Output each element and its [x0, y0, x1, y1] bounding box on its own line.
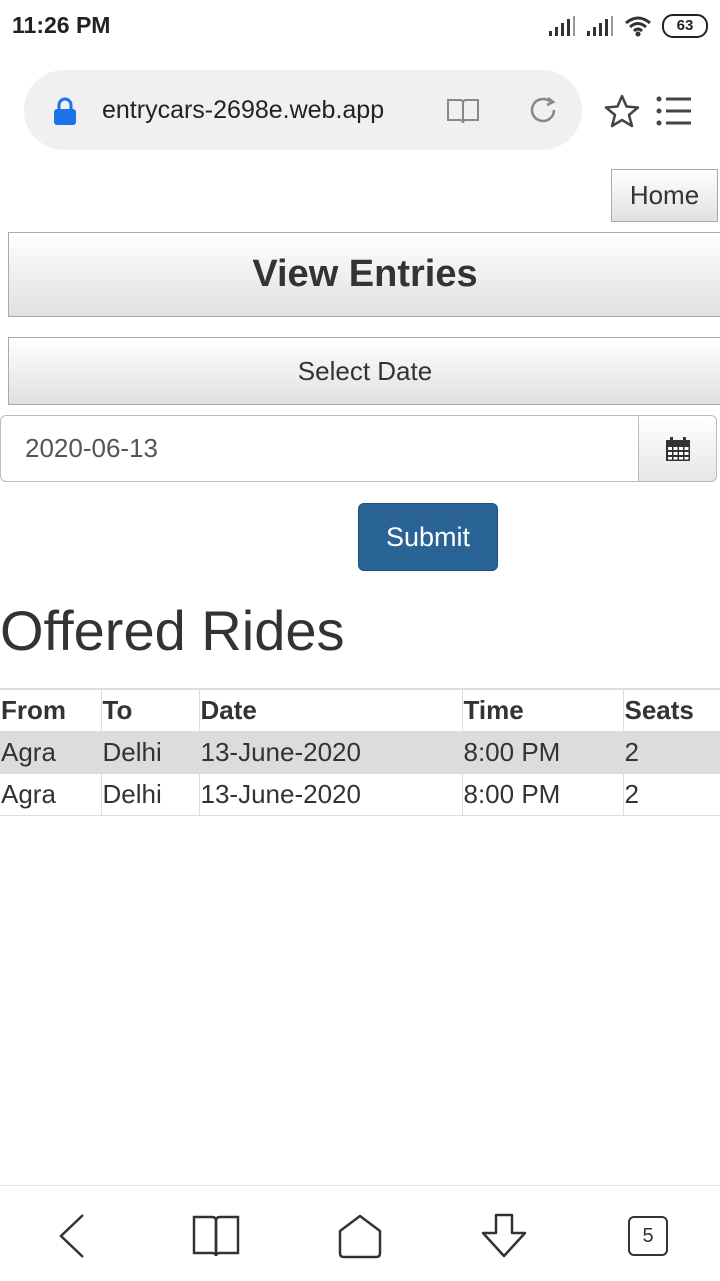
status-icons: 63 [548, 14, 708, 38]
calendar-button[interactable] [638, 415, 717, 482]
header-time: Time [461, 688, 624, 732]
header-from: From [0, 688, 102, 732]
cell-seats: 2 [622, 731, 720, 774]
calendar-icon [665, 436, 690, 461]
rides-table: From To Date Time Seats Agra Delhi 13-Ju… [0, 688, 720, 816]
status-bar: 11:26 PM 63 [0, 0, 720, 52]
tab-count: 5 [642, 1224, 654, 1247]
signal-icon [549, 16, 575, 36]
cell-time: 8:00 PM [461, 773, 624, 816]
home-nav-button[interactable] [332, 1208, 388, 1264]
download-icon [481, 1213, 527, 1258]
header-to: To [100, 688, 200, 732]
bookmark-star-icon[interactable] [604, 94, 640, 128]
view-entries-button[interactable]: View Entries [8, 232, 720, 317]
reader-mode-icon[interactable] [446, 97, 480, 125]
tabs-icon: 5 [628, 1216, 668, 1256]
table-header-row: From To Date Time Seats [0, 688, 720, 732]
date-input[interactable]: 2020-06-13 [0, 415, 640, 482]
lock-icon [54, 97, 76, 125]
wifi-icon [625, 16, 651, 37]
section-title: Offered Rides [0, 599, 345, 662]
bookmarks-button[interactable] [188, 1208, 244, 1264]
table-row: Agra Delhi 13-June-2020 8:00 PM 2 [0, 773, 720, 816]
cell-seats: 2 [622, 773, 720, 816]
status-time: 11:26 PM [12, 12, 111, 38]
bottom-nav: 5 [0, 1185, 720, 1281]
home-button[interactable]: Home [611, 169, 718, 222]
cell-to: Delhi [100, 773, 200, 816]
cell-time: 8:00 PM [461, 731, 624, 774]
cell-from: Agra [0, 731, 102, 774]
select-date-button[interactable]: Select Date [8, 337, 720, 405]
home-icon [338, 1214, 382, 1259]
tabs-button[interactable]: 5 [620, 1208, 676, 1264]
cell-date: 13-June-2020 [198, 773, 463, 816]
cell-date: 13-June-2020 [198, 731, 463, 774]
menu-icon[interactable] [656, 96, 692, 126]
header-seats: Seats [622, 688, 720, 732]
back-button[interactable] [44, 1208, 100, 1264]
submit-button[interactable]: Submit [358, 503, 498, 571]
header-date: Date [198, 688, 463, 732]
download-button[interactable] [476, 1208, 532, 1264]
book-icon [192, 1215, 240, 1257]
back-arrow-icon [59, 1214, 84, 1258]
cell-to: Delhi [100, 731, 200, 774]
url-bar[interactable]: entrycars-2698e.web.app [24, 70, 582, 150]
table-row: Agra Delhi 13-June-2020 8:00 PM 2 [0, 731, 720, 774]
battery-indicator: 63 [662, 14, 708, 38]
signal-icon [587, 16, 613, 36]
url-text[interactable]: entrycars-2698e.web.app [102, 96, 428, 125]
cell-from: Agra [0, 773, 102, 816]
reload-icon[interactable] [528, 95, 558, 125]
